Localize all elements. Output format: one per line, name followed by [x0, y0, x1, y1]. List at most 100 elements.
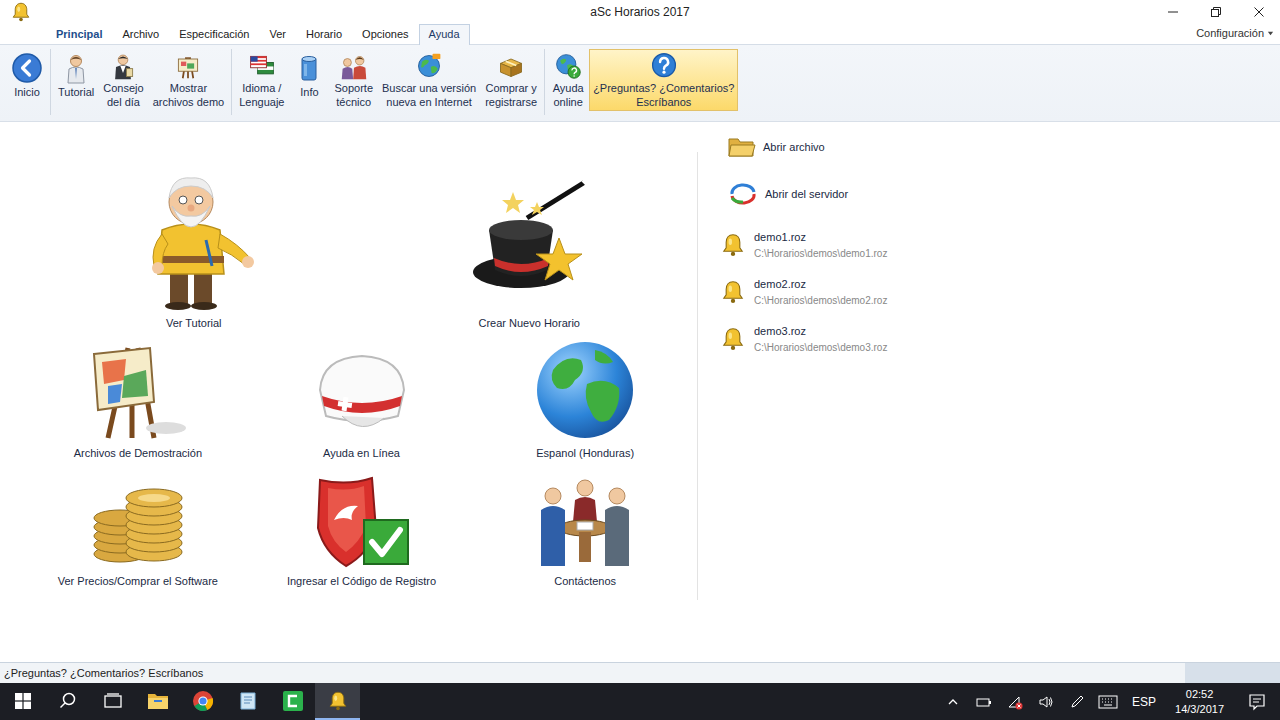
- recent-file[interactable]: demo2.roz C:\Horarios\demos\demo2.roz: [720, 274, 887, 310]
- action-center-button[interactable]: [1234, 683, 1280, 720]
- home-tile[interactable]: Ingresar el Código de Registro: [250, 476, 474, 588]
- ribbon-button[interactable]: Consejo del día: [99, 49, 147, 111]
- minimize-button[interactable]: [1151, 0, 1194, 24]
- ribbon-label: registrarse: [485, 96, 537, 108]
- advice-person-icon: [107, 52, 139, 80]
- file-name: demo2.roz: [754, 278, 887, 290]
- tray-volume[interactable]: [1030, 683, 1061, 720]
- chrome-icon: [192, 690, 214, 712]
- menu-tab[interactable]: Especificación: [169, 24, 259, 45]
- dropdown-caret-icon: [1267, 30, 1274, 37]
- menu-tab[interactable]: Archivo: [112, 24, 169, 45]
- input-language[interactable]: ESP: [1123, 683, 1165, 720]
- ribbon-label: Info: [300, 86, 318, 98]
- info-book-icon: [293, 52, 325, 84]
- ribbon-label: Tutorial: [58, 86, 94, 98]
- tutor-old-man-icon: [132, 170, 256, 310]
- notes-app-icon: [237, 690, 259, 712]
- taskbar-button[interactable]: [270, 683, 315, 720]
- close-icon: [1253, 6, 1265, 18]
- ribbon-button[interactable]: Info: [289, 49, 329, 111]
- tray-battery[interactable]: [968, 683, 999, 720]
- tray-pen[interactable]: [1061, 683, 1092, 720]
- ribbon-label: Lenguaje: [239, 96, 284, 108]
- search-icon: [59, 692, 77, 710]
- taskbar-button[interactable]: [0, 683, 45, 720]
- ribbon-button[interactable]: Mostrararchivos demo: [149, 49, 229, 111]
- tray-network[interactable]: [999, 683, 1030, 720]
- app-window: aSc Horarios 2017PrincipalArchivoEspecif…: [0, 0, 1280, 720]
- tray-keyboard[interactable]: [1092, 683, 1123, 720]
- menu-tab[interactable]: Horario: [296, 24, 352, 45]
- task-view-icon: [104, 692, 122, 710]
- ribbon-button[interactable]: Idioma / Lenguaje: [235, 49, 288, 111]
- open-action[interactable]: Abrir del servidor: [720, 180, 887, 208]
- home-tile[interactable]: Archivos de Demostración: [26, 340, 250, 460]
- status-bar: ¿Preguntas? ¿Comentarios? Escríbanos: [0, 662, 1280, 683]
- tile-label: Espanol (Honduras): [536, 446, 634, 460]
- ribbon-label: Idioma /: [242, 82, 281, 94]
- battery-icon: [976, 694, 992, 710]
- easel-icon: [172, 52, 204, 80]
- tile-label: Ver Precios/Comprar el Software: [58, 574, 218, 588]
- home-tile[interactable]: Ver Tutorial: [26, 170, 362, 330]
- bell-icon: [720, 326, 746, 352]
- ribbon-button[interactable]: ¿Preguntas? ¿Comentarios?Escríbanos: [589, 49, 738, 111]
- ribbon-label: Comprar y: [485, 82, 536, 94]
- menu-tab[interactable]: Opciones: [352, 24, 418, 45]
- ribbon-button[interactable]: Tutorial: [54, 49, 98, 111]
- home-tile[interactable]: Contáctenos: [473, 476, 697, 588]
- back-arrow-icon: [11, 52, 43, 84]
- ribbon-group: Tutorial Consejo del día Mostrararchivos de…: [51, 49, 232, 115]
- close-button[interactable]: [1237, 0, 1280, 24]
- home-tile[interactable]: Crear Nuevo Horario: [362, 170, 698, 330]
- ribbon-button[interactable]: Soportetécnico: [330, 49, 377, 111]
- server-sync-icon: [728, 182, 758, 206]
- restore-button[interactable]: [1194, 0, 1237, 24]
- home-tile[interactable]: Espanol (Honduras): [473, 340, 697, 460]
- minimize-icon: [1167, 6, 1179, 18]
- menu-tab[interactable]: Ayuda: [419, 24, 470, 45]
- ribbon-label: del día: [107, 96, 140, 108]
- ribbon-button[interactable]: Inicio: [7, 49, 47, 111]
- tile-label: Ayuda en Línea: [323, 446, 400, 460]
- status-text: ¿Preguntas? ¿Comentarios? Escríbanos: [0, 663, 1185, 683]
- taskbar-button[interactable]: [135, 683, 180, 720]
- ribbon-group: Inicio: [4, 49, 51, 115]
- ribbon-label: Consejo: [103, 82, 143, 94]
- ribbon-button[interactable]: Ayudaonline: [548, 49, 588, 111]
- tile-label: Ver Tutorial: [166, 316, 222, 330]
- ribbon-button[interactable]: Comprar y registrarse: [481, 49, 541, 111]
- ribbon-label: Mostrar: [170, 82, 207, 94]
- file-name: demo1.roz: [754, 231, 887, 243]
- ribbon-label: Ayuda: [553, 82, 584, 94]
- settings-menu[interactable]: Configuración: [1190, 27, 1280, 44]
- menu-tab[interactable]: Ver: [259, 24, 296, 45]
- recent-file[interactable]: demo1.rozC:\Horarios\demos\demo1.roz: [720, 227, 887, 263]
- ribbon-label: ¿Preguntas? ¿Comentarios?: [593, 82, 734, 94]
- taskbar-button[interactable]: [315, 683, 360, 720]
- globe-icon: [535, 340, 635, 440]
- menu-tab[interactable]: Principal: [46, 24, 112, 45]
- screen-recorder-icon: [282, 690, 304, 712]
- home-tile[interactable]: Ayuda en Línea: [250, 340, 474, 460]
- clock[interactable]: 02:5214/3/2017: [1165, 683, 1234, 720]
- home-tile[interactable]: Ver Precios/Comprar el Software: [26, 476, 250, 588]
- tile-row: Ver Tutorial Crear Nuevo Horario: [0, 170, 697, 330]
- ribbon-label: Inicio: [14, 86, 40, 98]
- folder-icon: [728, 135, 756, 159]
- taskbar-button[interactable]: [45, 683, 90, 720]
- taskbar-button[interactable]: [180, 683, 225, 720]
- file-path: C:\Horarios\demos\demo2.roz: [754, 295, 887, 306]
- tile-label: Crear Nuevo Horario: [479, 316, 580, 330]
- start-page: Ver Tutorial Crear Nuevo Horario Archivos …: [0, 122, 1280, 662]
- taskbar-button[interactable]: [225, 683, 270, 720]
- notification-icon: [1248, 693, 1266, 711]
- tray-expand[interactable]: [937, 683, 968, 720]
- recent-file[interactable]: demo3.rozC:\Horarios\demos\demo3.roz: [720, 321, 887, 357]
- ribbon-label: Soporte: [334, 82, 373, 94]
- bell-icon: [720, 279, 746, 305]
- open-action[interactable]: Abrir archivo: [720, 133, 887, 161]
- taskbar-button[interactable]: [90, 683, 135, 720]
- ribbon-button[interactable]: Buscar una versiónnueva en Internet: [378, 49, 480, 111]
